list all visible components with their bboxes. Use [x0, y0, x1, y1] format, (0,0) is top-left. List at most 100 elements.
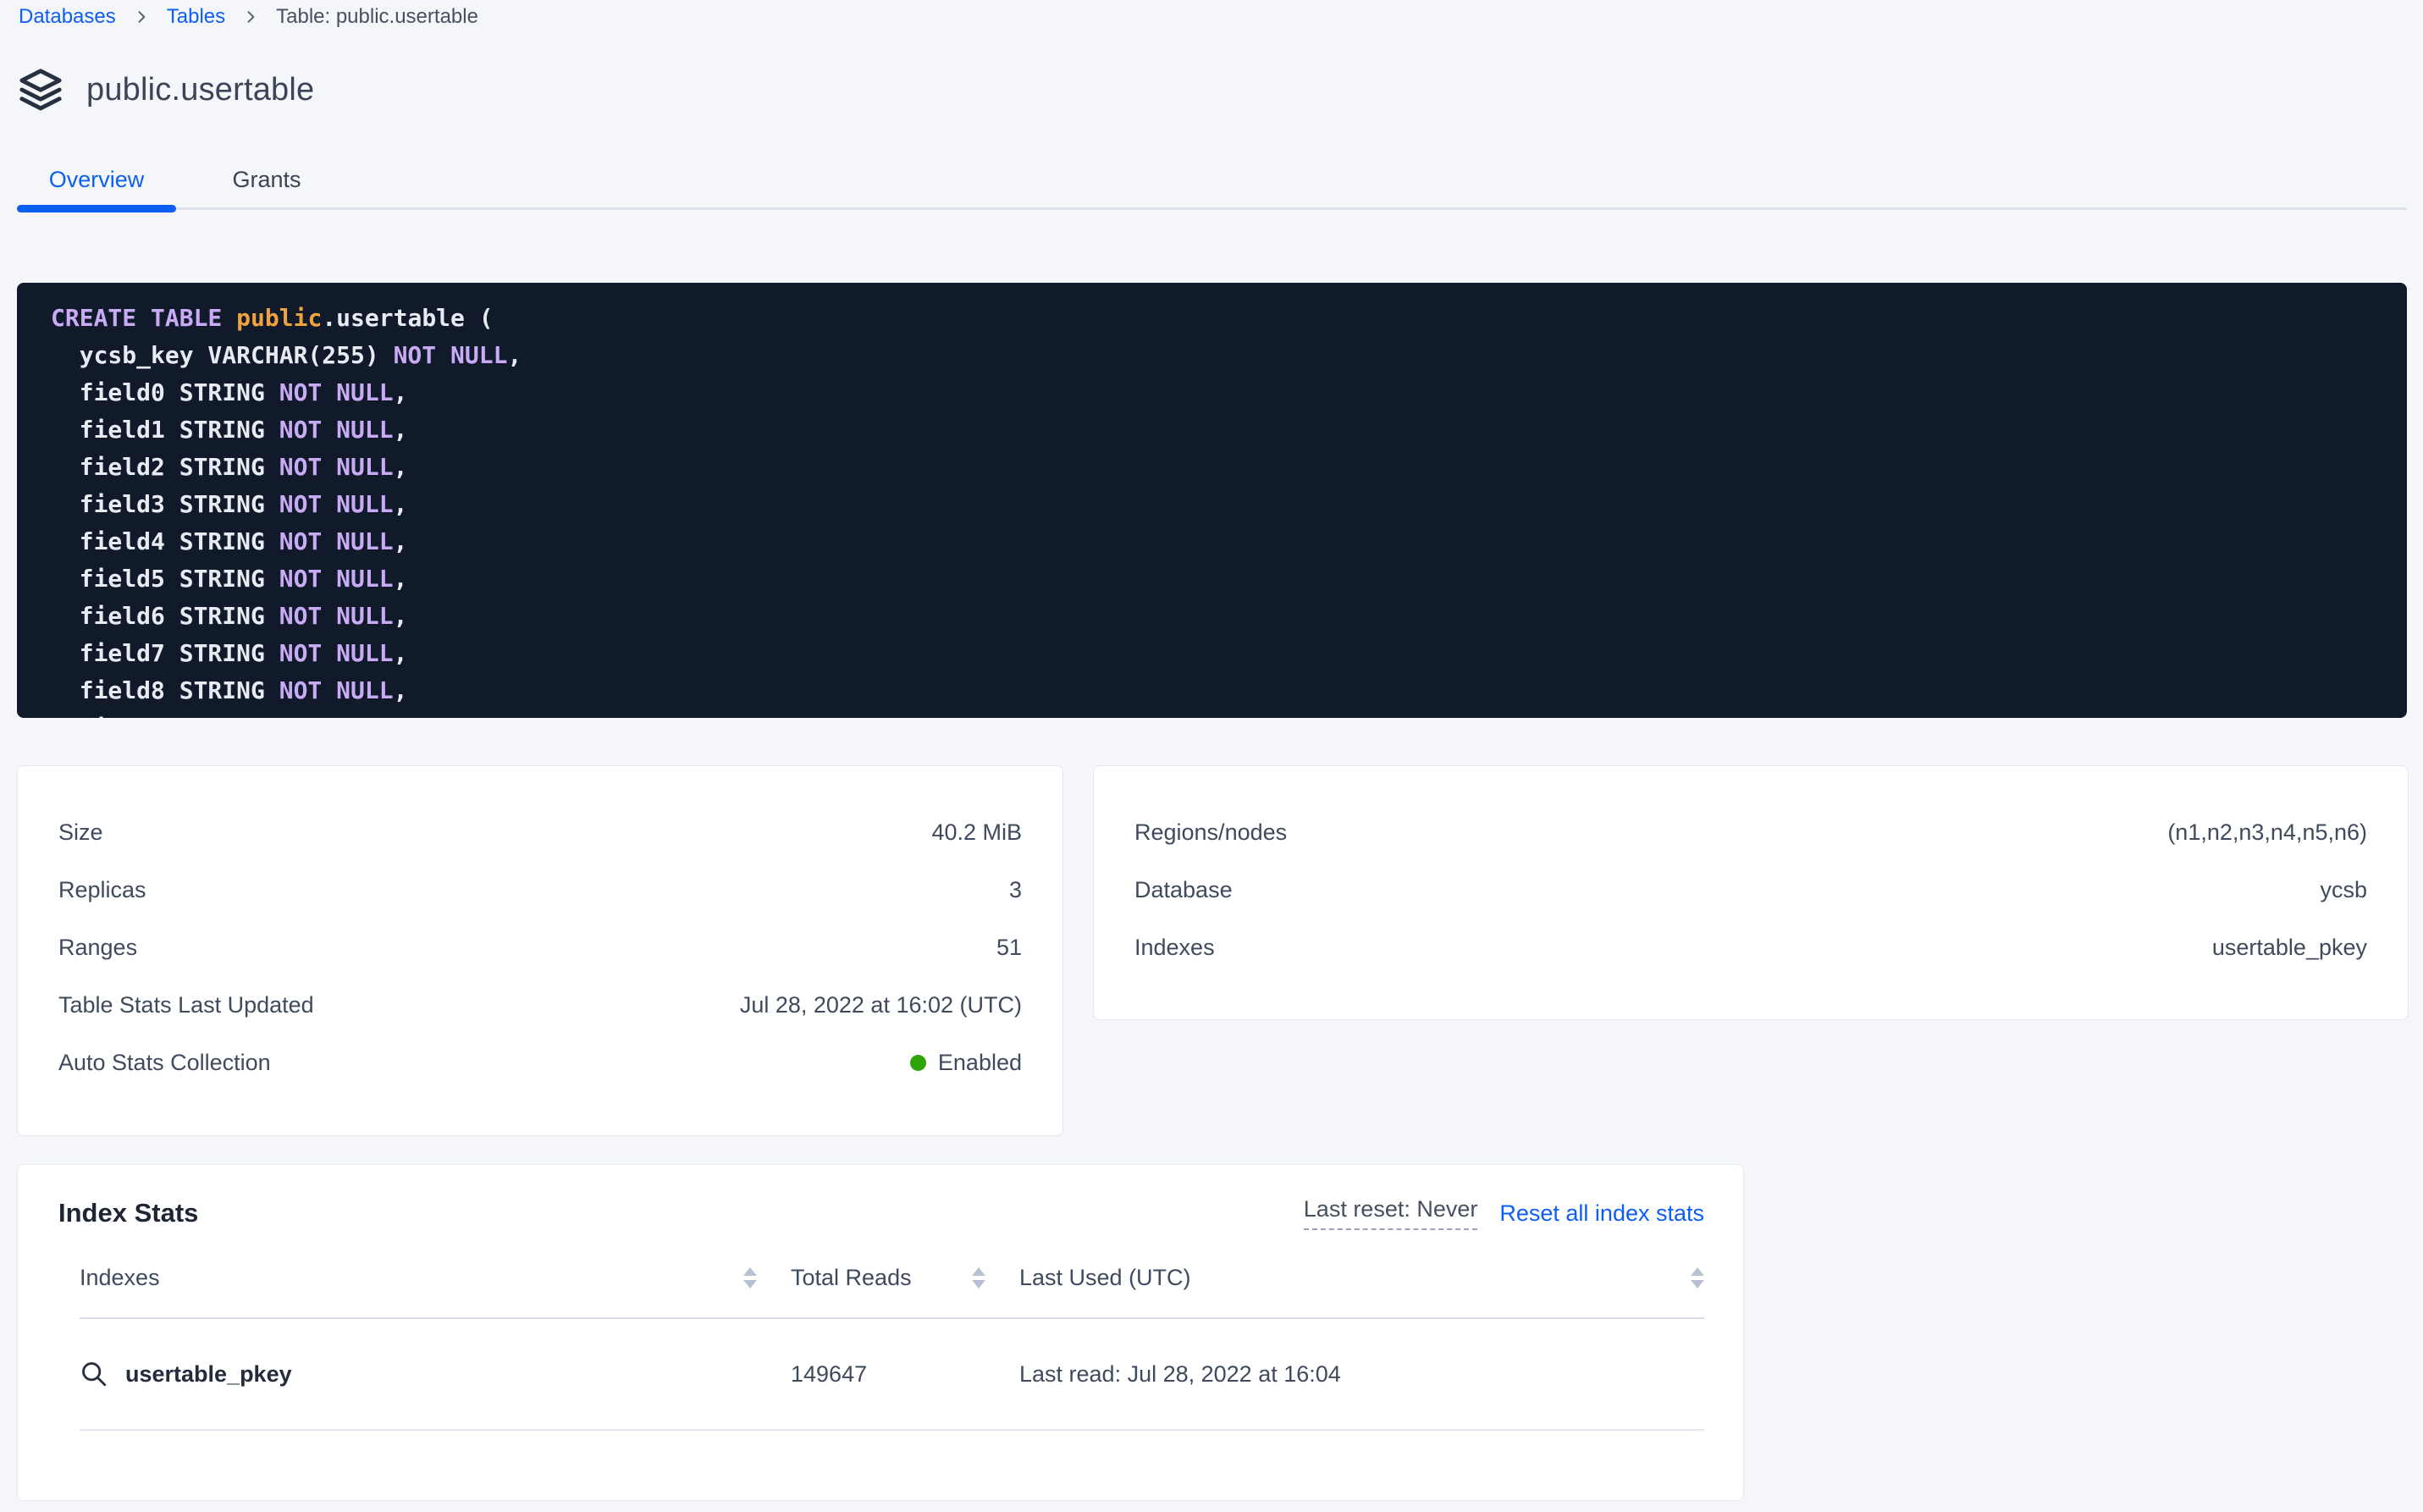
total-reads-value: 149647 — [791, 1361, 867, 1388]
stat-row: Table Stats Last Updated Jul 28, 2022 at … — [18, 976, 1062, 1034]
stat-row: Replicas 3 — [18, 861, 1062, 919]
sql-token: , — [394, 639, 408, 667]
sql-token: NOT NULL — [279, 416, 394, 444]
tab-grants[interactable]: Grants — [176, 157, 357, 201]
breadcrumb-databases-link[interactable]: Databases — [19, 5, 116, 29]
sql-token: , — [394, 490, 408, 518]
sql-code-line: ycsb_key VARCHAR(255) NOT NULL, — [51, 337, 2382, 374]
chevron-right-icon — [242, 8, 259, 25]
sql-token: NOT NULL — [279, 453, 394, 481]
stat-row: Size 40.2 MiB — [18, 803, 1062, 861]
stat-row: Database ycsb — [1094, 861, 2408, 919]
sql-code-line: field0 STRING NOT NULL, — [51, 374, 2382, 411]
sql-token: field5 STRING — [51, 565, 279, 593]
sql-token: NOT NULL — [279, 676, 394, 704]
stat-row: Auto Stats Collection Enabled — [18, 1034, 1062, 1091]
sql-token: , — [394, 714, 408, 718]
index-stats-row: usertable_pkey 149647 Last read: Jul 28, 2… — [80, 1319, 1704, 1431]
sql-token: .usertable ( — [322, 304, 493, 332]
stat-value: 40.2 MiB — [931, 819, 1022, 846]
stat-label: Auto Stats Collection — [58, 1050, 271, 1076]
sql-token: field9 STRING — [51, 714, 279, 718]
stat-value: Jul 28, 2022 at 16:02 (UTC) — [740, 992, 1022, 1018]
stat-value: 51 — [996, 935, 1022, 961]
stat-label: Database — [1134, 877, 1233, 903]
stat-label: Table Stats Last Updated — [58, 992, 314, 1018]
stat-label: Regions/nodes — [1134, 819, 1287, 846]
magnifier-icon — [80, 1360, 108, 1388]
sql-token: NOT NULL — [279, 490, 394, 518]
sql-code-line: field3 STRING NOT NULL, — [51, 486, 2382, 523]
sort-arrows-icon — [743, 1267, 757, 1289]
breadcrumb-tables-link[interactable]: Tables — [167, 5, 225, 29]
breadcrumb: Databases Tables Table: public.usertable — [19, 5, 478, 29]
create-table-sql-block: CREATE TABLE public.usertable ( ycsb_key… — [17, 283, 2407, 718]
sql-token: NOT NULL — [279, 639, 394, 667]
last-used-value: Last read: Jul 28, 2022 at 16:04 — [1019, 1361, 1341, 1388]
sql-token: field2 STRING — [51, 453, 279, 481]
sql-token: , — [394, 565, 408, 593]
last-reset-label[interactable]: Last reset: Never — [1304, 1196, 1478, 1230]
column-header-last-used[interactable]: Last Used (UTC) — [1019, 1265, 1704, 1291]
last-used-cell: Last read: Jul 28, 2022 at 16:04 — [1019, 1361, 1704, 1388]
sql-token: field6 STRING — [51, 602, 279, 630]
sql-code-line: field8 STRING NOT NULL, — [51, 672, 2382, 709]
stat-value: usertable_pkey — [2212, 935, 2367, 961]
sql-token: , — [394, 527, 408, 555]
index-stats-title: Index Stats — [58, 1198, 198, 1228]
sql-token: field3 STRING — [51, 490, 279, 518]
sql-token: , — [394, 453, 408, 481]
stat-value: ycsb — [2320, 877, 2367, 903]
index-name-text: usertable_pkey — [125, 1361, 292, 1388]
sql-token: field1 STRING — [51, 416, 279, 444]
sql-token: , — [394, 602, 408, 630]
sql-token: NOT NULL — [279, 527, 394, 555]
column-header-total-reads[interactable]: Total Reads — [791, 1265, 985, 1291]
sql-token: field7 STRING — [51, 639, 279, 667]
index-name-cell: usertable_pkey — [80, 1360, 757, 1388]
stat-row: Regions/nodes(n1,n2,n3,n4,n5,n6) — [1094, 803, 2408, 861]
sql-code-line: CREATE TABLE public.usertable ( — [51, 300, 2382, 337]
tab-overview[interactable]: Overview — [17, 157, 176, 201]
sql-token: NOT NULL — [279, 602, 394, 630]
stat-value: 3 — [1009, 877, 1022, 903]
table-details-card: Size 40.2 MiB Replicas 3 Ranges 51 Table Stats… — [17, 765, 1063, 1136]
tab-bar-rule — [17, 207, 2407, 210]
tab-bar: Overview Grants — [17, 157, 2407, 213]
stat-value: Enabled — [910, 1050, 1022, 1076]
stat-label: Indexes — [1134, 935, 1215, 961]
total-reads-cell: 149647 — [791, 1361, 985, 1388]
sql-token: , — [507, 341, 522, 369]
stat-label: Size — [58, 819, 103, 846]
chevron-right-icon — [133, 8, 150, 25]
stat-row: Indexes usertable_pkey — [1094, 919, 2408, 976]
sort-arrows-icon — [1691, 1267, 1704, 1289]
sql-token: , — [394, 676, 408, 704]
column-header-indexes[interactable]: Indexes — [80, 1265, 757, 1291]
sql-code-line: field4 STRING NOT NULL, — [51, 523, 2382, 560]
table-topology-card: Regions/nodes(n1,n2,n3,n4,n5,n6)Database… — [1093, 765, 2409, 1020]
sql-code-line: field9 STRING NOT NULL, — [51, 709, 2382, 718]
sql-token: CREATE TABLE — [51, 304, 236, 332]
sql-token: field0 STRING — [51, 378, 279, 406]
sql-code-line: field6 STRING NOT NULL, — [51, 598, 2382, 635]
sql-token: field4 STRING — [51, 527, 279, 555]
stat-label: Replicas — [58, 877, 146, 903]
sql-token: , — [394, 416, 408, 444]
layers-icon — [17, 66, 64, 113]
stat-label: Ranges — [58, 935, 137, 961]
sql-token: NOT NULL — [279, 378, 394, 406]
breadcrumb-current-page: Table: public.usertable — [276, 5, 478, 29]
index-name-link[interactable]: usertable_pkey — [80, 1360, 292, 1388]
stat-row: Ranges 51 — [18, 919, 1062, 976]
reset-all-index-stats-link[interactable]: Reset all index stats — [1499, 1200, 1704, 1227]
sql-token: ycsb_key VARCHAR(255) — [51, 341, 394, 369]
sql-code-line: field7 STRING NOT NULL, — [51, 635, 2382, 672]
sql-token: NOT NULL — [394, 341, 508, 369]
page-title-row: public.usertable — [17, 66, 314, 113]
sql-token: NOT NULL — [279, 714, 394, 718]
sql-code-line: field2 STRING NOT NULL, — [51, 449, 2382, 486]
sql-code-line: field5 STRING NOT NULL, — [51, 560, 2382, 598]
sql-token: , — [394, 378, 408, 406]
index-stats-table: Indexes Total Reads Last Used (UTC) user… — [80, 1238, 1704, 1431]
